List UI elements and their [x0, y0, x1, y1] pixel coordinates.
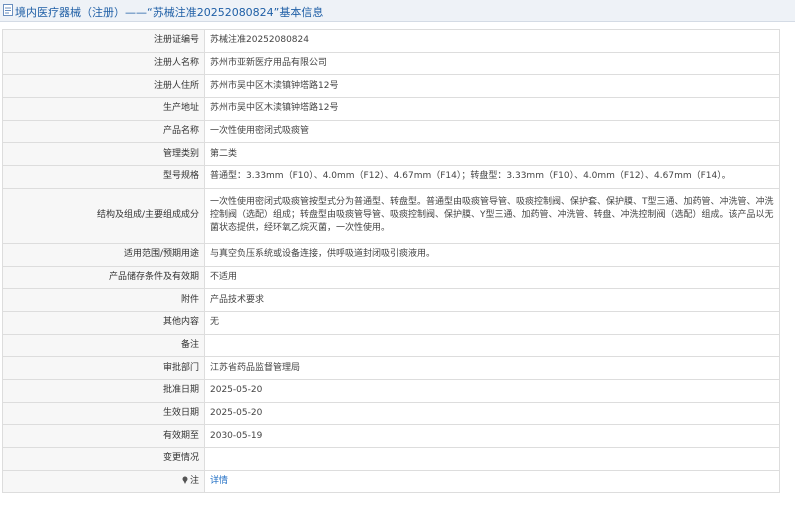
table-row: 其他内容 无 [2, 310, 780, 335]
field-value: 无 [204, 310, 780, 335]
field-label: 其他内容 [2, 310, 205, 335]
field-value: 苏州市吴中区木渎镇钟塔路12号 [204, 74, 780, 99]
table-row: 注册证编号 苏械注准20252080824 [2, 29, 780, 53]
field-value: 第二类 [204, 142, 780, 167]
field-label: 注册人住所 [2, 74, 205, 99]
table-row: 备注 [2, 333, 780, 358]
table-row: 生产地址 苏州市吴中区木渎镇钟塔路12号 [2, 97, 780, 121]
page-header: 境内医疗器械（注册）——“苏械注准20252080824”基本信息 [0, 0, 795, 22]
table-row: 有效期至 2030-05-19 [2, 424, 780, 448]
info-table: 注册证编号 苏械注准20252080824 注册人名称 苏州市亚新医疗用品有限公… [2, 29, 780, 494]
table-row: 结构及组成/主要组成成分 一次性使用密闭式吸痰管按型式分为普通型、转盘型。普通型… [2, 187, 780, 244]
table-row: 注册人名称 苏州市亚新医疗用品有限公司 [2, 51, 780, 76]
field-label: 有效期至 [2, 424, 205, 448]
field-value: 产品技术要求 [204, 288, 780, 312]
field-value: 苏械注准20252080824 [204, 29, 780, 53]
table-row: 注 详情 [2, 469, 780, 494]
field-value [204, 447, 780, 471]
page-title: 境内医疗器械（注册）——“苏械注准20252080824”基本信息 [15, 6, 324, 19]
details-link[interactable]: 详情 [210, 476, 228, 486]
field-value: 一次性使用密闭式吸痰管按型式分为普通型、转盘型。普通型由吸痰管导管、吸痰控制阀、… [204, 187, 780, 244]
table-row: 批准日期 2025-05-20 [2, 378, 780, 403]
field-value: 一次性使用密闭式吸痰管 [204, 119, 780, 144]
field-value: 2025-05-20 [204, 401, 780, 426]
field-label: 适用范围/预期用途 [2, 242, 205, 267]
note-label-cell: 注 [2, 469, 205, 494]
field-label: 产品名称 [2, 119, 205, 144]
field-label: 产品储存条件及有效期 [2, 265, 205, 290]
field-label: 附件 [2, 288, 205, 312]
field-label: 管理类别 [2, 142, 205, 167]
table-row: 审批部门 江苏省药品监督管理局 [2, 356, 780, 380]
table-row: 生效日期 2025-05-20 [2, 401, 780, 426]
field-label: 批准日期 [2, 378, 205, 403]
pin-icon [182, 476, 188, 485]
field-label: 审批部门 [2, 356, 205, 380]
field-value: 与真空负压系统或设备连接，供呼吸道封闭吸引痰液用。 [204, 242, 780, 267]
document-icon [3, 4, 13, 16]
table-row: 注册人住所 苏州市吴中区木渎镇钟塔路12号 [2, 74, 780, 99]
field-label: 变更情况 [2, 447, 205, 471]
field-label: 注册人名称 [2, 51, 205, 76]
note-value-cell: 详情 [204, 469, 780, 494]
table-row: 附件 产品技术要求 [2, 288, 780, 312]
field-label: 结构及组成/主要组成成分 [2, 187, 205, 244]
field-value: 江苏省药品监督管理局 [204, 356, 780, 380]
table-row: 适用范围/预期用途 与真空负压系统或设备连接，供呼吸道封闭吸引痰液用。 [2, 242, 780, 267]
field-value: 苏州市吴中区木渎镇钟塔路12号 [204, 97, 780, 121]
table-row: 变更情况 [2, 447, 780, 471]
field-value: 普通型：3.33mm（F10）、4.0mm（F12）、4.67mm（F14）；转… [204, 165, 780, 189]
field-label: 型号规格 [2, 165, 205, 189]
field-value [204, 333, 780, 358]
field-label: 备注 [2, 333, 205, 358]
note-label: 注 [189, 476, 199, 487]
table-row: 产品名称 一次性使用密闭式吸痰管 [2, 119, 780, 144]
field-value: 2025-05-20 [204, 378, 780, 403]
field-label: 生效日期 [2, 401, 205, 426]
field-value: 不适用 [204, 265, 780, 290]
table-row: 管理类别 第二类 [2, 142, 780, 167]
field-label: 生产地址 [2, 97, 205, 121]
field-label: 注册证编号 [2, 29, 205, 53]
table-row: 型号规格 普通型：3.33mm（F10）、4.0mm（F12）、4.67mm（F… [2, 165, 780, 189]
field-value: 苏州市亚新医疗用品有限公司 [204, 51, 780, 76]
field-value: 2030-05-19 [204, 424, 780, 448]
table-row: 产品储存条件及有效期 不适用 [2, 265, 780, 290]
